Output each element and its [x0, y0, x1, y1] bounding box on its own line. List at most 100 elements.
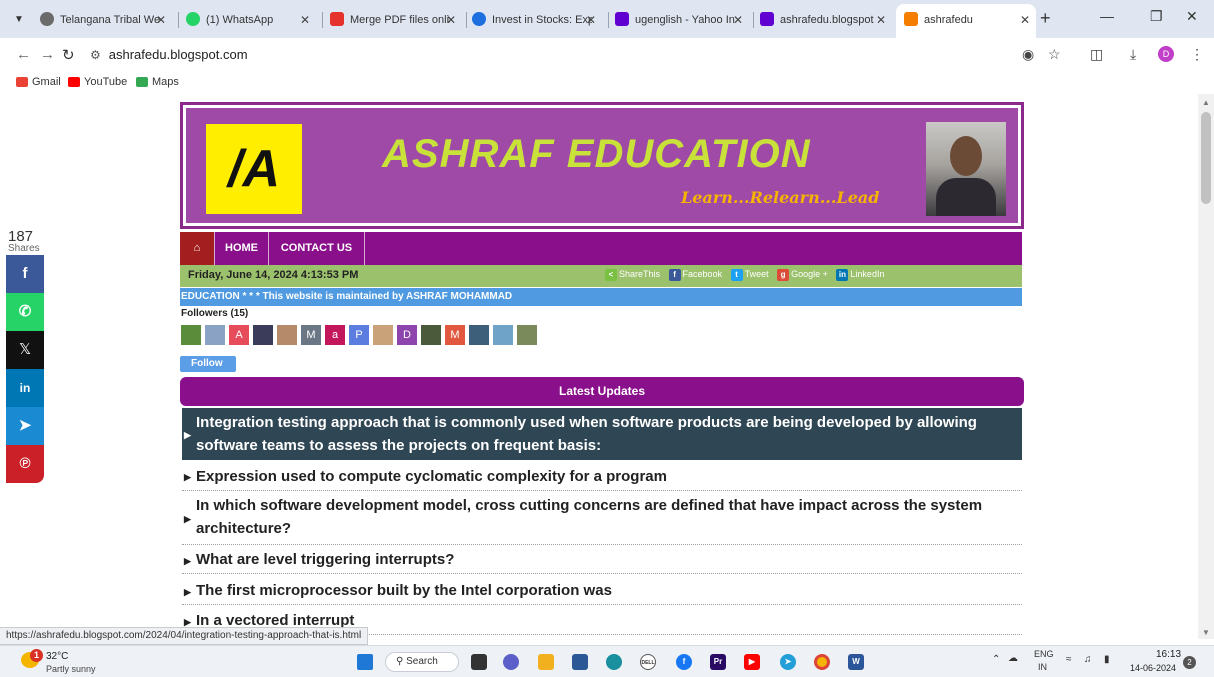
volume-icon[interactable]: ♫: [1084, 654, 1092, 665]
tab-ashrafedu-active[interactable]: ashrafedu ✕: [896, 4, 1036, 38]
close-icon[interactable]: ✕: [586, 6, 596, 34]
follower-avatar[interactable]: [517, 325, 537, 345]
follower-avatar[interactable]: [373, 325, 393, 345]
follower-avatar[interactable]: [181, 325, 201, 345]
follower-avatar[interactable]: a: [325, 325, 345, 345]
post-title[interactable]: Expression used to compute cyclomatic co…: [196, 465, 1022, 488]
bookmark-maps[interactable]: Maps: [136, 76, 179, 88]
scroll-down-icon[interactable]: ▼: [1202, 628, 1210, 637]
tab-search-button[interactable]: ▼: [8, 9, 30, 31]
follower-avatar[interactable]: [253, 325, 273, 345]
language-indicator[interactable]: ENG: [1034, 649, 1054, 659]
forward-icon[interactable]: →: [40, 46, 55, 63]
telegram-share-button[interactable]: ➤: [6, 407, 44, 445]
back-icon[interactable]: ←: [16, 46, 31, 63]
cloud-icon[interactable]: ☁: [1008, 653, 1018, 664]
tab-whatsapp[interactable]: (1) WhatsApp ✕: [186, 6, 316, 34]
news-ticker[interactable]: EDUCATION * * * This website is maintain…: [180, 288, 1022, 306]
follow-button[interactable]: Follow: [180, 356, 236, 372]
close-icon[interactable]: ✕: [876, 6, 886, 34]
follower-avatar[interactable]: [205, 325, 225, 345]
address-bar[interactable]: ⚙ ashrafedu.blogspot.com: [90, 45, 248, 65]
premiere-icon[interactable]: Pr: [710, 654, 726, 670]
post-title[interactable]: What are level triggering interrupts?: [196, 548, 1022, 571]
sharethis-link[interactable]: < ShareThis: [605, 269, 660, 281]
facebook-app-icon[interactable]: f: [676, 654, 692, 670]
site-logo[interactable]: /A: [206, 124, 302, 214]
scroll-up-icon[interactable]: ▲: [1202, 98, 1210, 107]
whatsapp-share-button[interactable]: ✆: [6, 293, 44, 331]
dell-icon[interactable]: DELL: [640, 654, 656, 670]
nav-home[interactable]: HOME: [215, 232, 269, 265]
chrome-icon[interactable]: [814, 654, 830, 670]
site-info-icon[interactable]: ⚙: [90, 48, 101, 62]
wifi-icon[interactable]: ≈: [1066, 654, 1072, 665]
menu-icon[interactable]: ⋮: [1190, 46, 1204, 63]
list-item[interactable]: ▶ What are level triggering interrupts?: [182, 548, 1022, 574]
task-view-icon[interactable]: [471, 654, 487, 670]
follower-avatar[interactable]: D: [397, 325, 417, 345]
close-icon[interactable]: ✕: [156, 6, 166, 34]
word-icon[interactable]: W: [848, 654, 864, 670]
restore-icon[interactable]: ❐: [1150, 8, 1163, 25]
post-title[interactable]: In which software development model, cro…: [196, 494, 1022, 540]
taskbar-search[interactable]: ⚲ Search: [385, 652, 459, 672]
edge-icon[interactable]: [606, 654, 622, 670]
extensions-icon[interactable]: ◫: [1090, 46, 1103, 63]
follower-avatar[interactable]: [493, 325, 513, 345]
tab-merge-pdf[interactable]: Merge PDF files onlir ✕: [330, 6, 462, 34]
post-title[interactable]: Integration testing approach that is com…: [196, 411, 1022, 457]
nav-contact-us[interactable]: CONTACT US: [269, 232, 365, 265]
youtube-app-icon[interactable]: ▶: [744, 654, 760, 670]
telegram-app-icon[interactable]: ➤: [780, 654, 796, 670]
google-plus-link[interactable]: g Google +: [777, 269, 828, 281]
list-item[interactable]: ▶ The first microprocessor built by the …: [182, 579, 1022, 605]
new-tab-button[interactable]: +: [1040, 8, 1051, 29]
facebook-share-button[interactable]: f: [6, 255, 44, 293]
reload-icon[interactable]: ↻: [62, 46, 75, 64]
follower-avatar[interactable]: A: [229, 325, 249, 345]
scroll-thumb[interactable]: [1201, 112, 1211, 204]
tab-invest[interactable]: Invest in Stocks: Exp ✕: [472, 6, 602, 34]
follower-avatar[interactable]: [277, 325, 297, 345]
follower-avatar[interactable]: M: [445, 325, 465, 345]
pinterest-share-button[interactable]: ℗: [6, 445, 44, 483]
x-share-button[interactable]: 𝕏: [6, 331, 44, 369]
linkedin-link[interactable]: in LinkedIn: [836, 269, 884, 281]
list-item[interactable]: ▶ In which software development model, c…: [182, 494, 1022, 545]
file-explorer-icon[interactable]: [538, 654, 554, 670]
page-scrollbar[interactable]: ▲ ▼: [1198, 94, 1214, 639]
facebook-link[interactable]: f Facebook: [668, 269, 722, 281]
battery-icon[interactable]: ▮: [1104, 654, 1110, 665]
tab-telangana[interactable]: Telangana Tribal Wel ✕: [40, 6, 172, 34]
follower-avatar[interactable]: P: [349, 325, 369, 345]
notification-badge[interactable]: 2: [1183, 656, 1196, 669]
clock-date[interactable]: 14-06-2024: [1130, 663, 1176, 673]
close-icon[interactable]: ✕: [446, 6, 456, 34]
post-title[interactable]: The first microprocessor built by the In…: [196, 579, 1022, 602]
minimize-icon[interactable]: —: [1100, 8, 1114, 24]
close-icon[interactable]: ✕: [733, 6, 743, 34]
close-icon[interactable]: ✕: [300, 6, 310, 34]
tweet-link[interactable]: t Tweet: [730, 269, 769, 281]
weather-temperature[interactable]: 32°C: [46, 651, 68, 662]
tab-ashrafedu-blogspot[interactable]: ashrafedu.blogspot ✕: [760, 6, 892, 34]
follower-avatar[interactable]: M: [301, 325, 321, 345]
close-icon[interactable]: ✕: [1020, 4, 1030, 36]
follower-avatar[interactable]: [421, 325, 441, 345]
star-icon[interactable]: ☆: [1048, 46, 1061, 63]
chat-icon[interactable]: [503, 654, 519, 670]
chevron-up-icon[interactable]: ⌃: [992, 654, 1000, 665]
region-indicator[interactable]: IN: [1038, 662, 1047, 672]
windows-start-icon[interactable]: [357, 654, 373, 670]
eye-off-icon[interactable]: ◉: [1022, 46, 1034, 63]
store-icon[interactable]: [572, 654, 588, 670]
list-item[interactable]: ▶ Expression used to compute cyclomatic …: [182, 464, 1022, 491]
linkedin-share-button[interactable]: in: [6, 369, 44, 407]
download-icon[interactable]: ⤓: [1130, 46, 1136, 63]
bookmark-youtube[interactable]: YouTube: [68, 76, 127, 88]
clock-time[interactable]: 16:13: [1156, 649, 1181, 660]
profile-avatar[interactable]: D: [1158, 46, 1174, 62]
follower-avatar[interactable]: [469, 325, 489, 345]
tab-yahoo[interactable]: ugenglish - Yahoo In ✕: [615, 6, 749, 34]
